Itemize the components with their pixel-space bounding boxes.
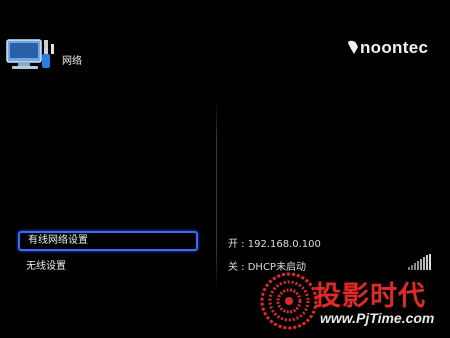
page-title: 网络 — [62, 56, 82, 67]
pjtime-logo-icon — [260, 272, 318, 330]
watermark-url: www.PjTime.com — [320, 310, 435, 326]
network-settings-icon — [6, 39, 54, 69]
watermark: 投影时代 www.PjTime.com — [258, 270, 448, 336]
wired-status: 开 : 192.168.0.100 — [228, 239, 321, 250]
brand-logo: noontec — [360, 38, 429, 57]
menu-item-wired-network[interactable]: 有线网络设置 — [18, 231, 198, 251]
panel-divider — [216, 100, 217, 290]
signal-strength-icon — [408, 254, 431, 270]
watermark-cn: 投影时代 — [314, 281, 426, 312]
menu-item-wireless[interactable]: 无线设置 — [18, 257, 198, 277]
